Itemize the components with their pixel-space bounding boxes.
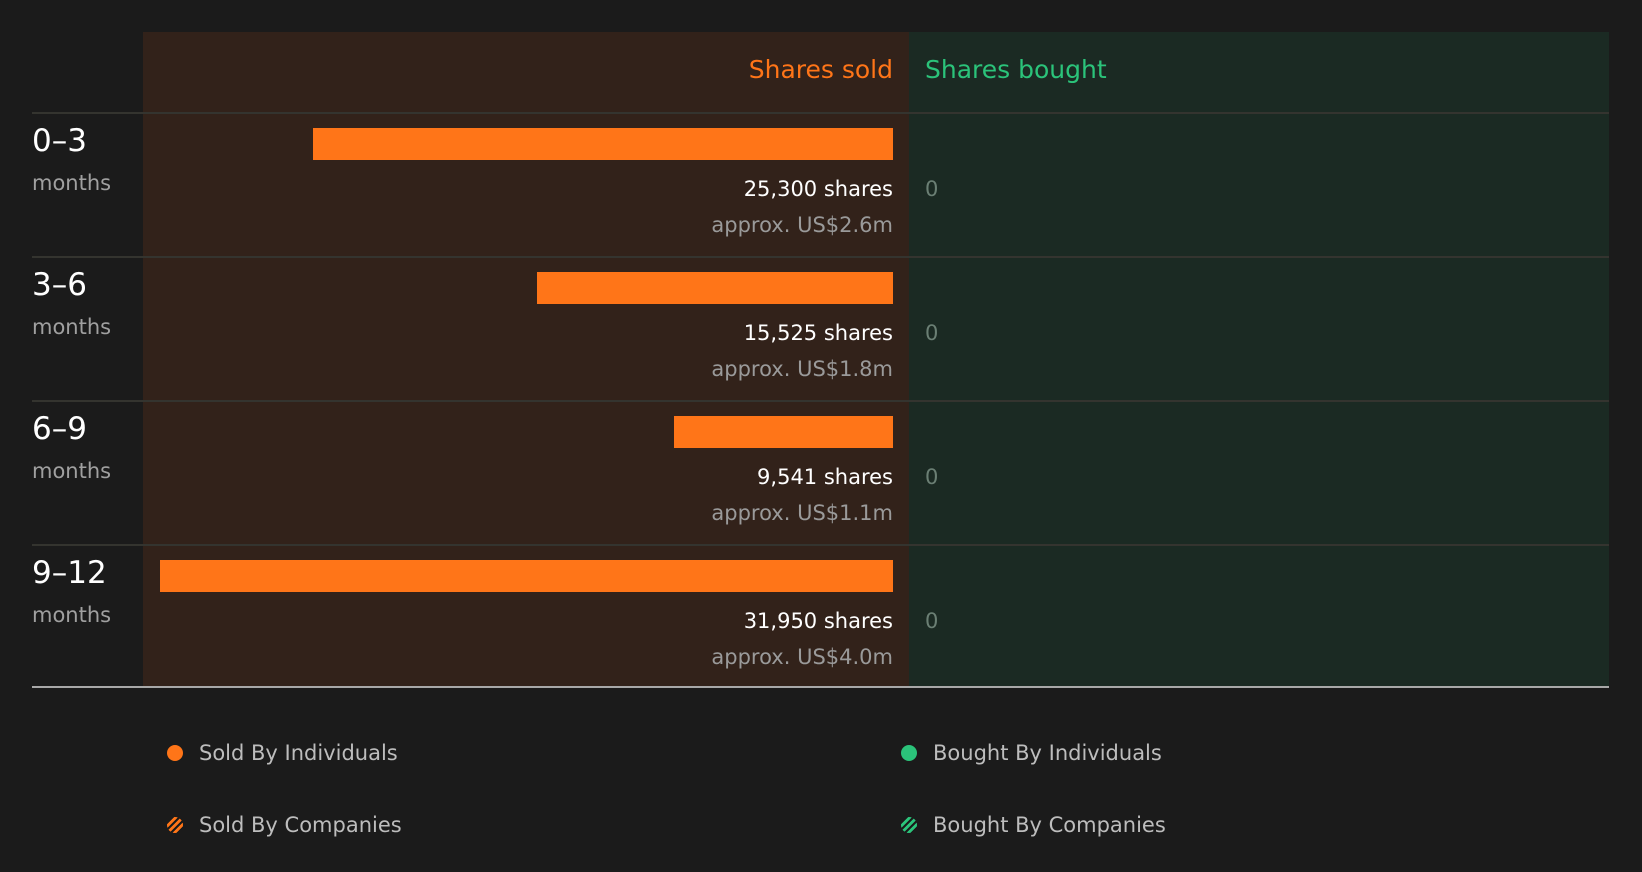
sold-shares-label: 25,300 shares	[743, 177, 893, 201]
legend-marker-icon	[901, 745, 917, 761]
sold-value-label: approx. US$1.1m	[711, 501, 893, 525]
legend-marker-icon	[167, 817, 183, 833]
bought-shares-label: 0	[925, 177, 939, 201]
sold-shares-label: 9,541 shares	[757, 465, 893, 489]
legend-item: Bought By Individuals	[901, 741, 1162, 765]
legend-label: Sold By Individuals	[199, 741, 398, 765]
sold-shares-label: 31,950 shares	[743, 609, 893, 633]
row-range-label: 0–3	[32, 123, 87, 159]
sold-value-label: approx. US$4.0m	[711, 645, 893, 669]
sold-value-label: approx. US$1.8m	[711, 357, 893, 381]
row-separator	[32, 112, 1609, 114]
legend-label: Bought By Companies	[933, 813, 1166, 837]
legend-item: Sold By Companies	[167, 813, 402, 837]
bought-shares-label: 0	[925, 609, 939, 633]
row-unit-label: months	[32, 603, 112, 627]
row-range-label: 6–9	[32, 411, 87, 447]
row-unit-label: months	[32, 459, 112, 483]
shares-sold-header: Shares sold	[748, 55, 893, 84]
row-separator	[32, 400, 1609, 402]
sold-shares-label: 15,525 shares	[743, 321, 893, 345]
sold-bar	[674, 416, 893, 448]
x-axis-line	[32, 686, 1609, 688]
legend-item: Sold By Individuals	[167, 741, 398, 765]
sold-bar	[537, 272, 893, 304]
sold-value-label: approx. US$2.6m	[711, 213, 893, 237]
legend-label: Bought By Individuals	[933, 741, 1162, 765]
legend-marker-icon	[167, 745, 183, 761]
sold-bar	[313, 128, 893, 160]
legend-item: Bought By Companies	[901, 813, 1166, 837]
bought-panel	[909, 32, 1609, 686]
row-unit-label: months	[32, 171, 112, 195]
row-range-label: 9–12	[32, 555, 107, 591]
sold-bar	[160, 560, 893, 592]
row-unit-label: months	[32, 315, 112, 339]
row-separator	[32, 256, 1609, 258]
bought-shares-label: 0	[925, 465, 939, 489]
legend-marker-icon	[901, 817, 917, 833]
legend-label: Sold By Companies	[199, 813, 402, 837]
row-separator	[32, 544, 1609, 546]
row-range-label: 3–6	[32, 267, 87, 303]
bought-shares-label: 0	[925, 321, 939, 345]
shares-bought-header: Shares bought	[925, 55, 1107, 84]
